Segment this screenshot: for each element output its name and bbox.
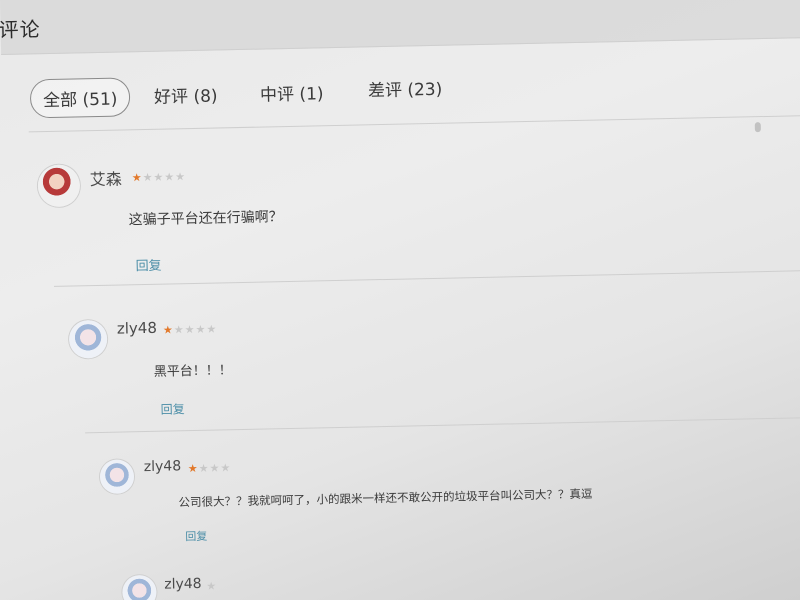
comment-text: 这骗子平台还在行骗啊？ [128,209,283,229]
reviews-panel: 评论 全部 (51) 好评 (8) 中评 (1) 差评 (23) 艾森 ★★★★… [0,0,800,600]
star-filled-icon: ★ [187,461,199,476]
reply-button[interactable]: 回复 [135,255,161,275]
tab-neutral[interactable]: 中评 (1) [260,79,324,105]
reply-button[interactable]: 回复 [160,400,184,417]
reply-button[interactable]: 回复 [185,528,207,544]
star-empty-icon: ★★★ [198,461,232,475]
scrollbar-thumb[interactable] [754,122,761,133]
avatar[interactable] [122,574,157,600]
star-empty-icon: ★ [206,579,218,593]
star-rating: ★★★★★ [132,170,187,184]
username[interactable]: zly48 [144,458,182,475]
username[interactable]: zly48 [117,319,157,338]
username[interactable]: zly48 [164,576,202,593]
star-filled-icon: ★ [162,323,174,337]
tabs-divider [28,114,800,133]
comment-divider [85,415,800,434]
tab-all[interactable]: 全部 (51) [29,77,131,119]
avatar[interactable] [37,164,81,208]
comment-divider [53,269,800,287]
star-rating: ★★★★ [188,461,232,475]
tab-positive[interactable]: 好评 (8) [154,81,218,107]
star-filled-icon: ★ [131,171,143,185]
comment-text: 黑平台！！！ [153,363,232,380]
screen: 评论 全部 (51) 好评 (8) 中评 (1) 差评 (23) 艾森 ★★★★… [0,0,800,600]
star-rating: ★★★★★ [163,323,218,337]
tab-negative[interactable]: 差评 (23) [368,75,443,102]
star-empty-icon: ★★★★ [142,170,187,185]
comment-text: 公司很大？？我就呵呵了，小的跟米一样还不敢公开的垃圾平台叫公司大？？真逗 [178,486,593,510]
page-title: 评论 [0,17,41,43]
star-rating: ★ [206,580,217,593]
avatar[interactable] [99,459,135,495]
star-empty-icon: ★★★★ [173,322,218,337]
header-bar: 评论 [0,0,800,55]
username[interactable]: 艾森 [89,165,122,190]
avatar[interactable] [68,319,108,359]
